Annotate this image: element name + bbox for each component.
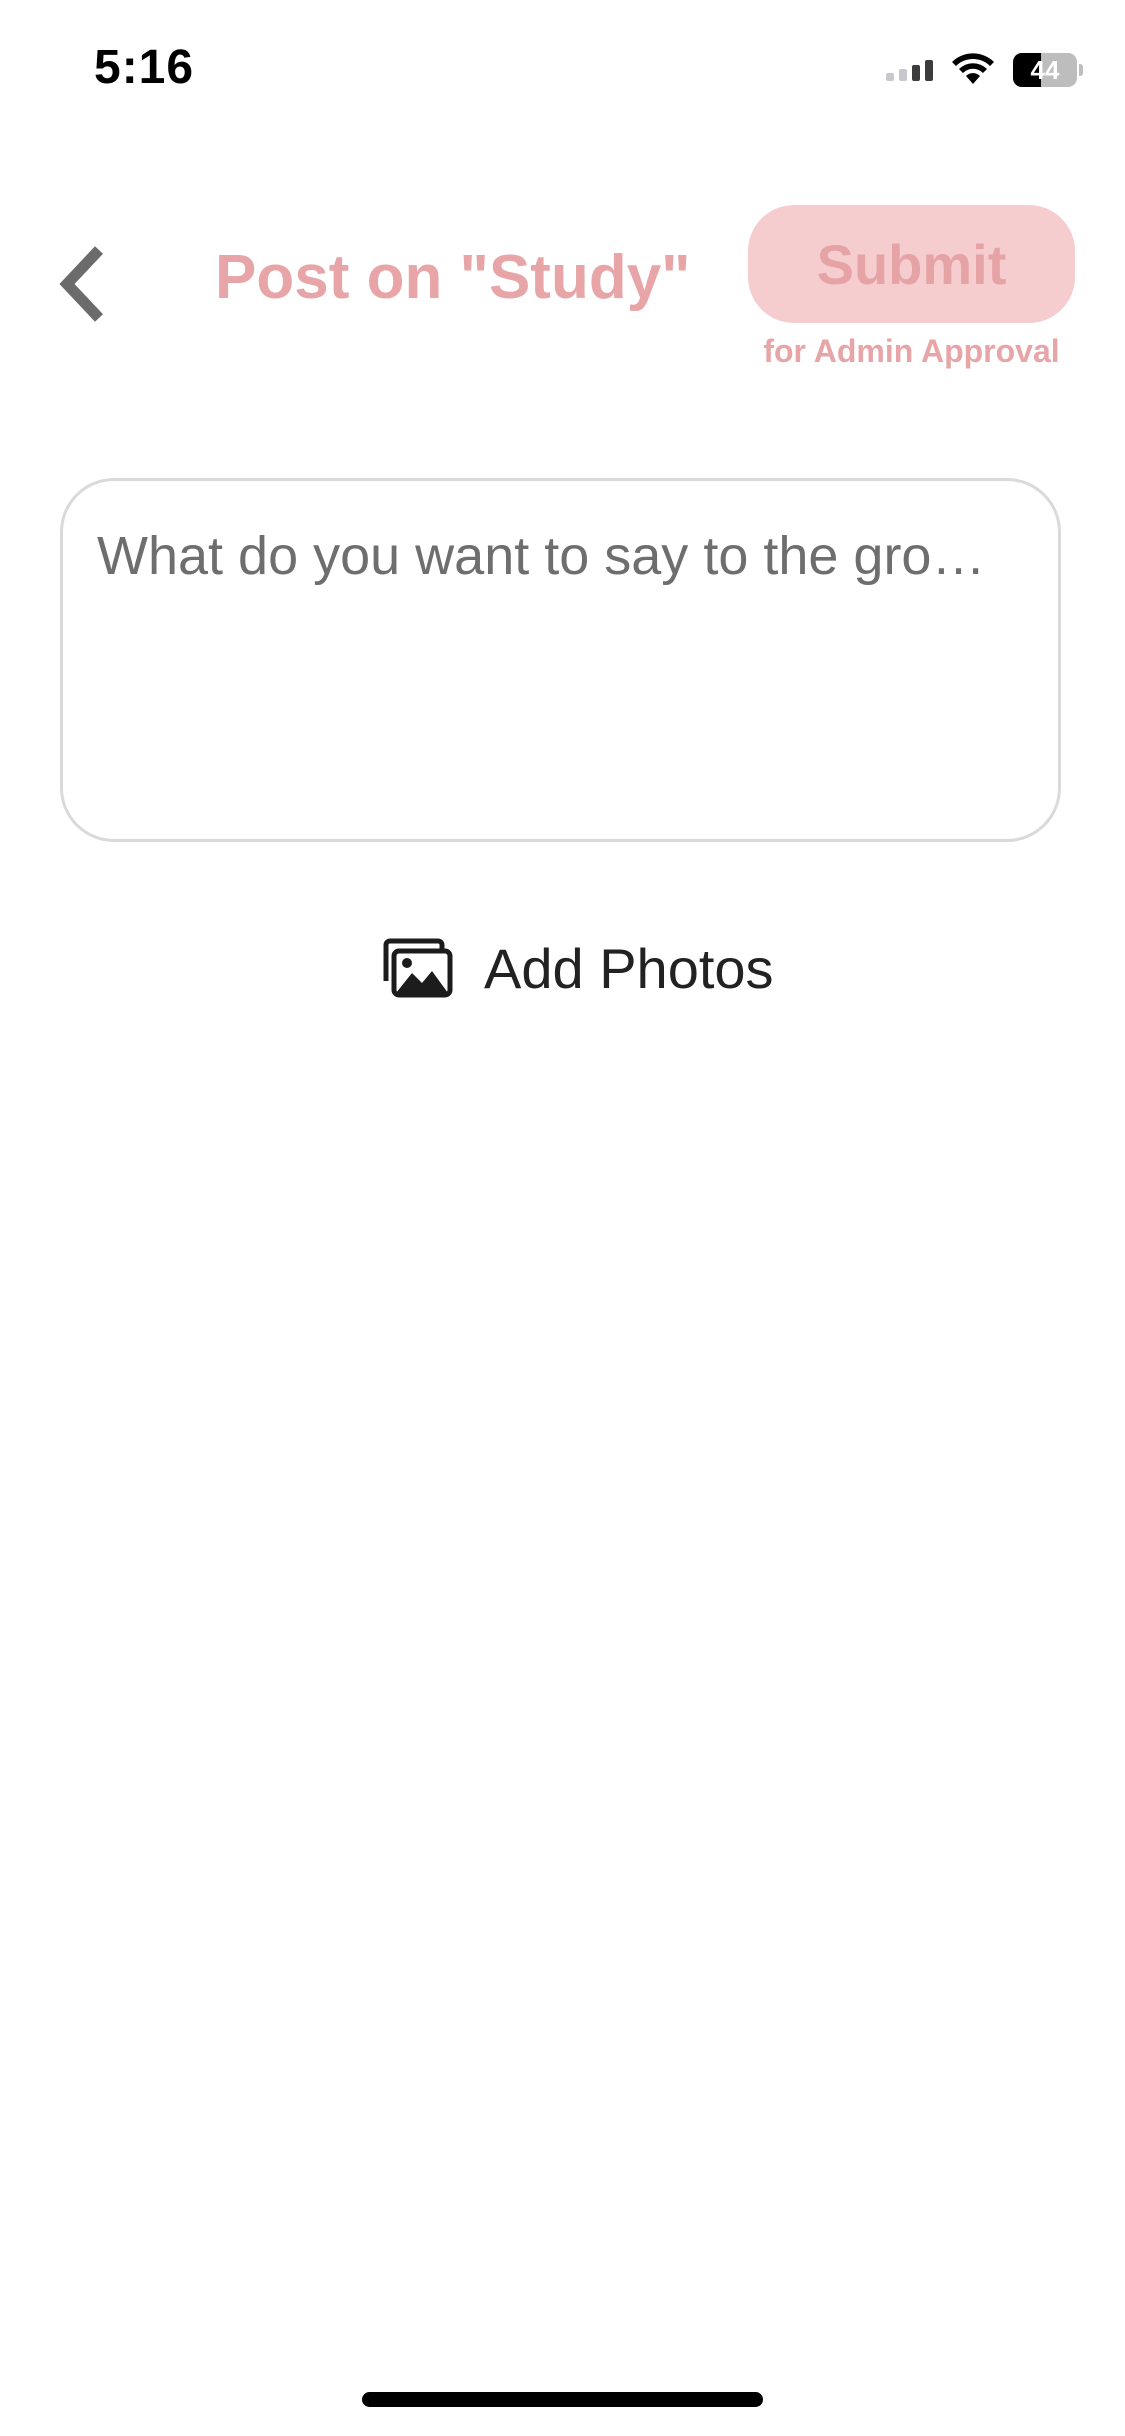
battery-icon: 44	[1013, 53, 1083, 87]
submit-button[interactable]: Submit	[748, 205, 1075, 323]
back-button[interactable]	[48, 236, 118, 332]
cellular-signal-icon	[886, 59, 933, 81]
chevron-left-icon	[59, 246, 104, 322]
page-title: Post on "Study"	[215, 243, 691, 312]
status-time: 5:16	[94, 41, 195, 94]
home-indicator[interactable]	[362, 2392, 763, 2407]
battery-level: 44	[1030, 55, 1060, 85]
add-photos-button[interactable]: Add Photos	[380, 930, 774, 1006]
photo-stack-icon	[383, 938, 453, 998]
post-text-box[interactable]	[60, 478, 1061, 842]
post-text-input[interactable]	[97, 521, 1027, 801]
status-indicators: 44	[886, 50, 1083, 90]
wifi-icon	[951, 53, 995, 87]
add-photos-label: Add Photos	[484, 936, 774, 1000]
submit-note: for Admin Approval	[763, 333, 1060, 369]
status-bar: 5:16 44	[0, 0, 1125, 140]
